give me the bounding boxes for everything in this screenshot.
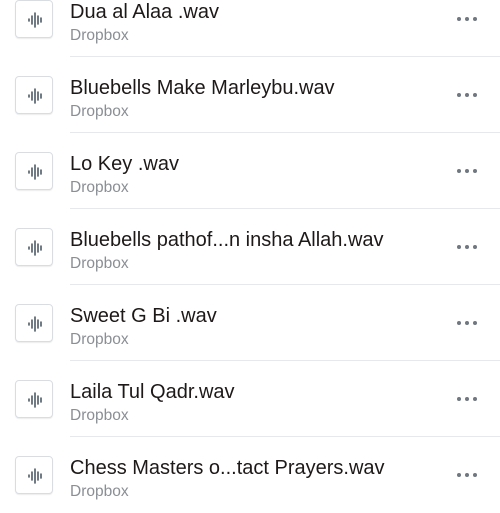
file-list: Dua al Alaa .wav Dropbox Bluebells Make … [0, 0, 500, 513]
file-row[interactable]: Bluebells Make Marleybu.wav Dropbox [0, 57, 500, 133]
file-row[interactable]: Laila Tul Qadr.wav Dropbox [0, 361, 500, 437]
file-name: Dua al Alaa .wav [70, 1, 219, 23]
audio-file-icon [15, 228, 53, 266]
more-icon [457, 93, 477, 97]
more-icon [457, 169, 477, 173]
audio-file-icon [15, 380, 53, 418]
file-name: Bluebells Make Marleybu.wav [70, 77, 335, 99]
file-source: Dropbox [70, 27, 129, 44]
more-button[interactable] [452, 389, 482, 409]
more-icon [457, 245, 477, 249]
file-name: Lo Key .wav [70, 153, 179, 175]
file-source: Dropbox [70, 331, 129, 348]
more-button[interactable] [452, 9, 482, 29]
more-button[interactable] [452, 161, 482, 181]
file-name: Laila Tul Qadr.wav [70, 381, 235, 403]
file-row[interactable]: Chess Masters o...tact Prayers.wav Dropb… [0, 437, 500, 513]
file-name: Bluebells pathof...n insha Allah.wav [70, 229, 384, 251]
more-button[interactable] [452, 237, 482, 257]
audio-file-icon [15, 304, 53, 342]
file-row[interactable]: Sweet G Bi .wav Dropbox [0, 285, 500, 361]
file-source: Dropbox [70, 103, 129, 120]
file-source: Dropbox [70, 179, 129, 196]
more-icon [457, 17, 477, 21]
more-icon [457, 321, 477, 325]
audio-file-icon [15, 0, 53, 38]
more-button[interactable] [452, 313, 482, 333]
file-source: Dropbox [70, 255, 129, 272]
audio-file-icon [15, 152, 53, 190]
file-row[interactable]: Dua al Alaa .wav Dropbox [0, 0, 500, 57]
audio-file-icon [15, 456, 53, 494]
file-name: Chess Masters o...tact Prayers.wav [70, 457, 385, 479]
audio-file-icon [15, 76, 53, 114]
more-button[interactable] [452, 465, 482, 485]
file-name: Sweet G Bi .wav [70, 305, 217, 327]
file-source: Dropbox [70, 407, 129, 424]
more-icon [457, 473, 477, 477]
more-button[interactable] [452, 85, 482, 105]
file-row[interactable]: Lo Key .wav Dropbox [0, 133, 500, 209]
file-source: Dropbox [70, 483, 129, 500]
more-icon [457, 397, 477, 401]
file-row[interactable]: Bluebells pathof...n insha Allah.wav Dro… [0, 209, 500, 285]
